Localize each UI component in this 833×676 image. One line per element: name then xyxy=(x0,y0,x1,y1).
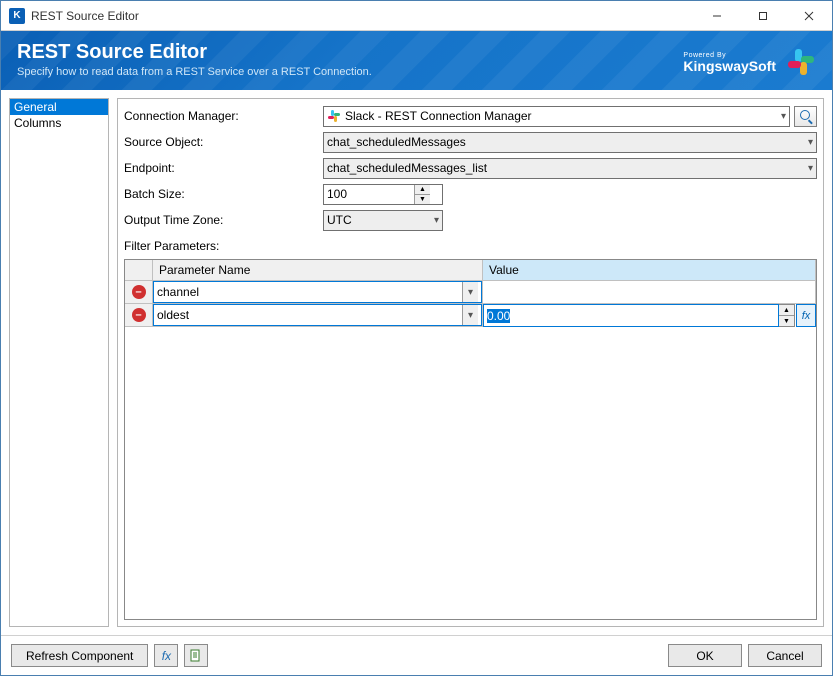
header-subtitle: Specify how to read data from a REST Ser… xyxy=(17,66,683,78)
grid-header-name[interactable]: Parameter Name xyxy=(153,260,483,281)
body-area: General Columns Connection Manager: Slac… xyxy=(1,90,832,635)
maximize-button[interactable] xyxy=(740,1,786,30)
output-tz-select[interactable]: UTC ▾ xyxy=(323,210,443,231)
chevron-down-icon: ▾ xyxy=(808,137,813,148)
slack-logo-icon xyxy=(786,47,816,77)
chevron-down-icon: ▾ xyxy=(781,111,786,122)
delete-row-button[interactable]: – xyxy=(125,281,153,304)
fx-icon: fx xyxy=(802,310,811,322)
close-button[interactable] xyxy=(786,1,832,30)
source-object-select[interactable]: chat_scheduledMessages ▾ xyxy=(323,132,817,153)
chevron-down-icon: ▾ xyxy=(462,282,478,302)
value-spinner[interactable]: ▲▼ xyxy=(779,304,795,327)
connection-manager-label: Connection Manager: xyxy=(124,109,319,123)
refresh-component-button[interactable]: Refresh Component xyxy=(11,644,148,667)
header-banner: REST Source Editor Specify how to read d… xyxy=(1,31,832,90)
window-controls xyxy=(694,1,832,30)
param-value-input[interactable] xyxy=(483,304,779,327)
browse-connection-button[interactable] xyxy=(794,106,817,127)
window: K REST Source Editor REST Source Editor … xyxy=(0,0,833,676)
grid-header-value[interactable]: Value xyxy=(483,260,816,281)
endpoint-label: Endpoint: xyxy=(124,161,319,175)
batch-size-input[interactable]: ▲▼ xyxy=(323,184,443,205)
batch-size-spinner[interactable]: ▲▼ xyxy=(414,185,430,204)
window-title: REST Source Editor xyxy=(31,9,694,23)
expression-button[interactable]: fx xyxy=(796,304,816,327)
header-heading: REST Source Editor xyxy=(17,41,683,64)
filter-params-grid: Parameter Name Value – channel ▾ xyxy=(124,259,817,620)
sidebar: General Columns xyxy=(9,98,109,627)
endpoint-select[interactable]: chat_scheduledMessages_list ▾ xyxy=(323,158,817,179)
grid-row: – channel ▾ xyxy=(125,281,816,304)
param-name-select[interactable]: oldest ▾ xyxy=(153,304,482,326)
grid-header: Parameter Name Value xyxy=(125,260,816,281)
main-panel: Connection Manager: Slack - REST Connect… xyxy=(117,98,824,627)
chevron-down-icon: ▾ xyxy=(462,305,478,325)
output-tz-label: Output Time Zone: xyxy=(124,213,319,227)
connection-manager-select[interactable]: Slack - REST Connection Manager ▾ xyxy=(323,106,790,127)
sidebar-tab-general[interactable]: General xyxy=(10,99,108,115)
titlebar: K REST Source Editor xyxy=(1,1,832,31)
param-name-select[interactable]: channel ▾ xyxy=(153,281,482,303)
documentation-button[interactable] xyxy=(184,644,208,667)
filter-params-label: Filter Parameters: xyxy=(124,239,817,253)
expression-editor-button[interactable]: fx xyxy=(154,644,178,667)
ok-button[interactable]: OK xyxy=(668,644,742,667)
batch-size-field[interactable] xyxy=(324,185,414,204)
grid-header-indent xyxy=(125,260,153,281)
search-icon xyxy=(800,110,812,122)
minimize-button[interactable] xyxy=(694,1,740,30)
minus-icon: – xyxy=(132,285,146,299)
grid-row: – oldest ▾ ▲▼ fx xyxy=(125,304,816,327)
cancel-button[interactable]: Cancel xyxy=(748,644,822,667)
batch-size-label: Batch Size: xyxy=(124,187,319,201)
minus-icon: – xyxy=(132,308,146,322)
documentation-icon xyxy=(189,649,203,663)
chevron-down-icon: ▾ xyxy=(808,163,813,174)
chevron-down-icon: ▾ xyxy=(434,215,439,226)
slack-icon xyxy=(327,109,341,123)
param-value-cell[interactable] xyxy=(483,281,816,304)
app-icon: K xyxy=(9,8,25,24)
source-object-label: Source Object: xyxy=(124,135,319,149)
fx-icon: fx xyxy=(162,649,171,663)
delete-row-button[interactable]: – xyxy=(125,304,153,327)
kingswaysoft-logo: Powered By KingswaySoft xyxy=(683,52,776,73)
sidebar-tab-columns[interactable]: Columns xyxy=(10,115,108,131)
footer: Refresh Component fx OK Cancel xyxy=(1,635,832,675)
